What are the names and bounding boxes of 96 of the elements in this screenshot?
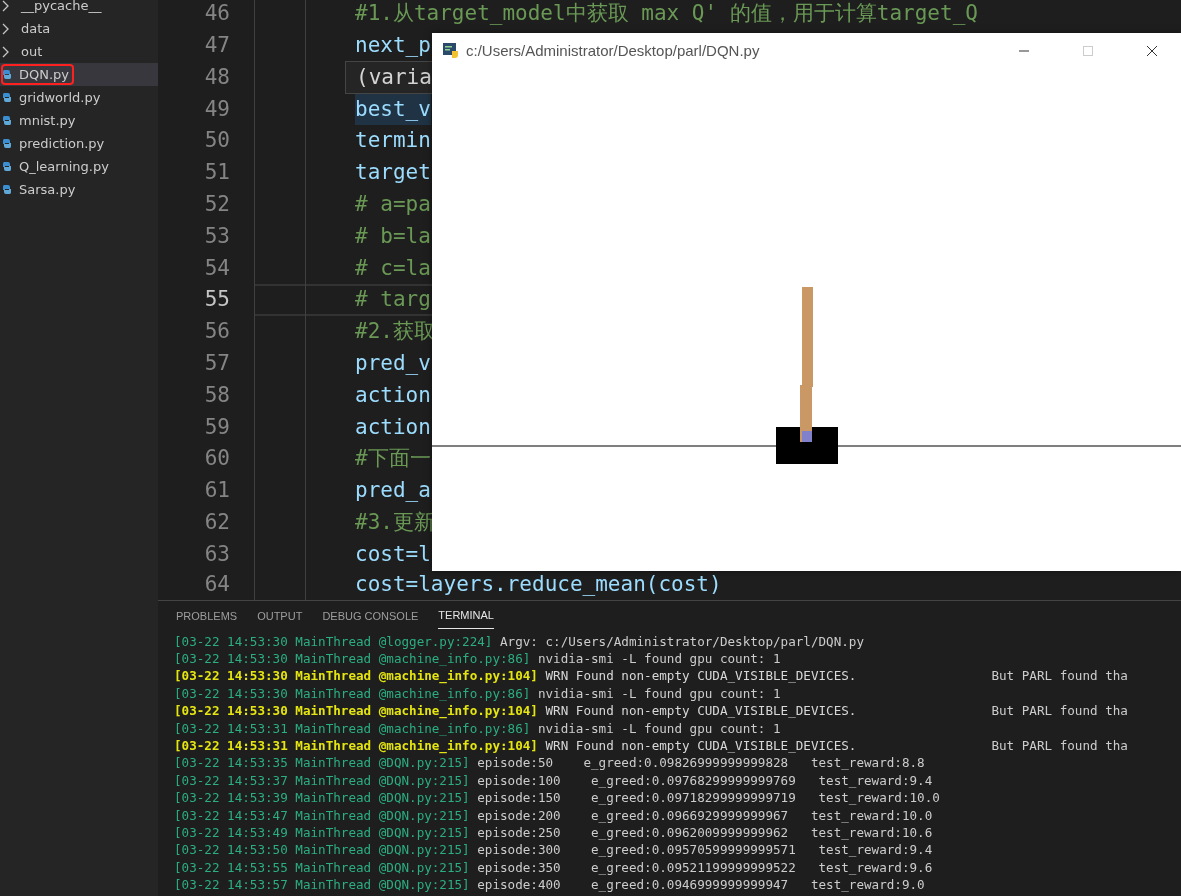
code-line: action [355,381,431,409]
python-file-icon [2,115,12,126]
log-prefix: [03-22 14:53:30 MainThread @machine_info.py:86] [174,650,531,668]
maximize-icon [1082,45,1094,57]
line-number: 62 [203,508,230,536]
file-tree-item[interactable]: Sarsa.py [0,178,158,201]
log-prefix: [03-22 14:53:35 MainThread @DQN.py:215] [174,754,470,772]
log-message: nvidia-smi -L found gpu count: 1 [536,684,781,703]
file-tree-item[interactable]: DQN.py [0,63,158,86]
python-file-icon [2,69,12,80]
log-prefix: [03-22 14:53:30 MainThread @machine_info.py:104] [174,702,538,720]
log-prefix: [03-22 14:53:50 MainThread @DQN.py:215] [174,841,470,859]
file-tree-item[interactable]: out [0,40,158,63]
log-prefix: [03-22 14:53:47 MainThread @DQN.py:215] [174,806,470,824]
window-title: c:/Users/Administrator/Desktop/parl/DQN.py [466,40,761,61]
code-comment: #2.获取 [355,318,435,346]
log-message: episode:400 e_greed:0.0946999999999947 test_reward:9.0 [476,876,925,894]
line-number: 60 [203,445,230,473]
log-message: nvidia-smi -L found gpu count: 1 [536,719,781,737]
log-prefix: [03-22 14:53:30 MainThread @logger.py:224] [174,632,493,650]
panel-tab[interactable]: OUTPUT [257,601,303,629]
log-message: episode:150 e_greed:0.09718299999999719 test_reward:10.0 [476,789,940,807]
file-tree-item[interactable]: mnist.py [0,109,158,132]
file-tree-item[interactable]: __pycache__ [0,0,158,17]
log-message: episode:50 e_greed:0.09826999999999828 test_reward:8.8 [476,754,925,772]
code-line: pred_a [355,477,431,505]
line-number: 52 [203,190,230,218]
python-file-icon [2,138,12,149]
chevron-icon [2,0,10,12]
code-line: next_p [355,31,431,59]
line-number: 46 [203,0,230,28]
file-tree-item[interactable]: Q_learning.py [0,155,158,178]
log-message: episode:250 e_greed:0.0962009999999962 test_reward:10.6 [476,823,933,842]
code-comment: #3.更新 [355,508,435,536]
log-prefix: [03-22 14:53:55 MainThread @DQN.py:215] [174,858,470,877]
code-comment: # c=la [355,254,431,282]
line-number: 63 [203,540,230,568]
log-message: But PARL found tha [991,736,1128,755]
log-message: WRN Found non-empty CUDA_VISIBLE_DEVICES. [544,736,857,755]
code-line: target [355,159,431,187]
code-comment: # a=pa [355,190,431,218]
log-message: episode:350 e_greed:0.09521199999999522 test_reward:9.6 [476,858,933,877]
line-number: 55 [203,286,230,314]
panel-tab[interactable]: PROBLEMS [176,601,238,629]
log-message: episode:200 e_greed:0.0966929999999967 test_reward:10.0 [476,806,933,824]
log-message: episode:100 e_greed:0.09768299999999769 test_reward:9.4 [476,771,933,790]
log-prefix: [03-22 14:53:31 MainThread @machine_info.py:86] [174,719,531,737]
log-prefix: [03-22 14:53:37 MainThread @DQN.py:215] [174,771,470,790]
log-prefix: [03-22 14:53:31 MainThread @machine_info.py:104] [174,736,538,755]
code-comment: # targ [355,286,431,314]
line-number: 53 [203,222,230,250]
line-number: 58 [203,381,230,409]
python-app-icon [442,42,460,60]
line-number: 51 [203,159,230,187]
file-tree-item[interactable]: prediction.py [0,132,158,155]
panel-tab[interactable]: DEBUG CONSOLE [322,601,419,629]
file-tree-item[interactable]: data [0,17,158,40]
log-message: But PARL found tha [991,667,1128,685]
log-message: Argv: c:/Users/Administrator/Desktop/parl/DQN.py [499,632,864,650]
line-number: 47 [203,31,230,59]
log-message: But PARL found tha [991,702,1128,720]
python-file-icon [2,161,12,172]
line-number: 49 [203,95,230,123]
python-file-icon [2,184,12,195]
line-number: 54 [203,254,230,282]
close-icon [1146,45,1158,57]
code-line: action [355,413,431,441]
chevron-icon [2,45,10,58]
log-prefix: [03-22 14:53:57 MainThread @DQN.py:215] [174,876,470,894]
code-line: termin [355,127,431,155]
code-comment: #1.从target_model中获取 max Q' 的值，用于计算target_Q [355,0,978,28]
log-message: nvidia-smi -L found gpu count: 1 [536,650,781,668]
log-prefix: [03-22 14:53:49 MainThread @DQN.py:215] [174,823,470,842]
python-file-icon [2,92,12,103]
line-number: 48 [203,63,230,91]
code-comment: # b=la [355,222,431,250]
chevron-icon [2,22,10,35]
file-tree-item[interactable]: gridworld.py [0,86,158,109]
log-prefix: [03-22 14:53:39 MainThread @DQN.py:215] [174,789,470,807]
log-prefix: [03-22 14:53:30 MainThread @machine_info.py:104] [174,667,538,685]
line-number: 61 [203,477,230,505]
hover-tooltip: (varia [345,60,433,95]
line-number: 56 [203,318,230,346]
code-line: cost=l [355,540,431,568]
code-line: pred_v [355,349,431,377]
line-number: 57 [203,349,230,377]
line-number: 64 [203,571,230,599]
line-number: 59 [203,413,230,441]
panel-tab[interactable]: TERMINAL [438,601,494,629]
code-line: cost=layers.reduce_mean(cost) [355,571,722,599]
log-prefix: [03-22 14:53:30 MainThread @machine_info.py:86] [174,684,531,703]
log-message: WRN Found non-empty CUDA_VISIBLE_DEVICES. [544,702,857,720]
line-number: 50 [203,127,230,155]
code-comment: #下面一 [355,445,431,473]
log-message: episode:300 e_greed:0.09570599999999571 test_reward:9.4 [476,841,933,859]
log-message: WRN Found non-empty CUDA_VISIBLE_DEVICES. [544,667,857,685]
